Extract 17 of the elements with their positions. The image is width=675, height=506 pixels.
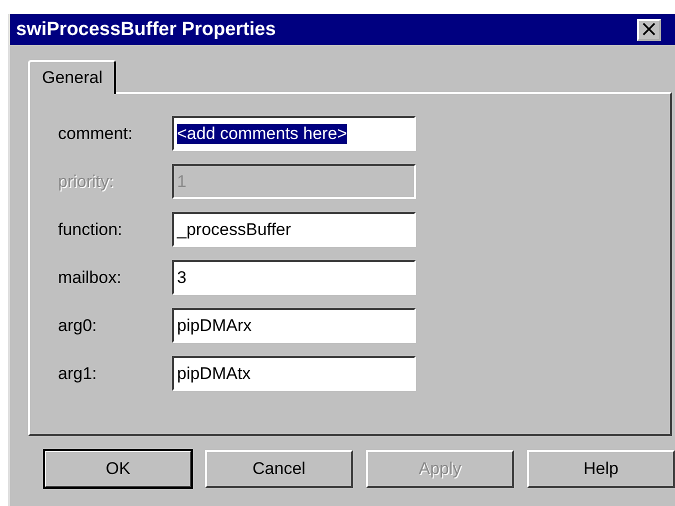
dialog-button[interactable]: Help: [527, 450, 675, 488]
field-label: priority:: [58, 172, 115, 192]
field-label: arg1:: [58, 364, 98, 384]
close-button[interactable]: ×: [637, 18, 661, 40]
dialog-button[interactable]: OK: [44, 450, 192, 488]
input-field[interactable]: _processBuffer: [172, 212, 416, 247]
field-label: comment:: [58, 124, 134, 144]
input-field[interactable]: pipDMAtx: [172, 356, 416, 391]
tab[interactable]: General: [28, 60, 116, 94]
input-field[interactable]: 3: [172, 260, 416, 295]
window-title: swiProcessBuffer Properties: [16, 18, 276, 40]
field-label: function:: [58, 220, 124, 240]
input-field[interactable]: pipDMArx: [172, 308, 416, 343]
field-label: mailbox:: [58, 268, 122, 288]
dialog-button[interactable]: Cancel: [205, 450, 353, 488]
input-field[interactable]: <add comments here>: [172, 116, 416, 151]
field-label: arg0:: [58, 316, 98, 336]
